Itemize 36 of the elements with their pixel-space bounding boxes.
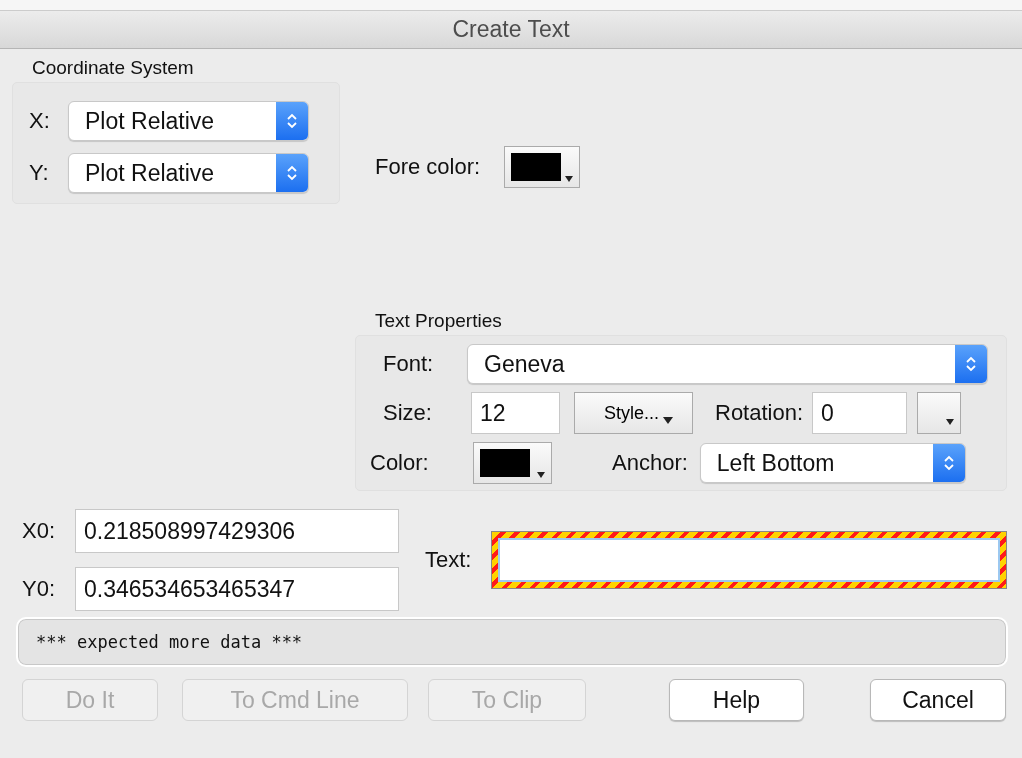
style-button[interactable]: Style...: [574, 392, 693, 434]
dropdown-arrow-icon: [537, 472, 545, 478]
dialog-button[interactable]: Help: [669, 679, 804, 721]
chevron-icon: [965, 354, 977, 374]
chevron-icon: [286, 163, 298, 183]
window-title: Create Text: [452, 16, 570, 43]
popup-menu[interactable]: Geneva: [467, 344, 988, 384]
value-field[interactable]: 0.218508997429306: [75, 509, 399, 553]
popup-menu[interactable]: Plot Relative: [68, 153, 309, 193]
field-label: Fore color:: [375, 154, 481, 180]
field-label: Size:: [382, 400, 433, 426]
field-label: X:: [29, 108, 51, 134]
status-message: *** expected more data ***: [36, 632, 303, 652]
popup-menu[interactable]: Plot Relative: [68, 101, 309, 141]
field-label: Text:: [425, 547, 473, 573]
group-title: Coordinate System: [32, 57, 195, 79]
field-label: Y:: [29, 160, 50, 186]
dropdown-arrow-icon: [565, 176, 574, 182]
value-field[interactable]: 0.346534653465347: [75, 567, 399, 611]
chevron-icon: [286, 111, 298, 131]
rotation-field[interactable]: 0: [812, 392, 908, 434]
field-label: Rotation:: [715, 400, 804, 426]
group-title: Text Properties: [375, 310, 503, 332]
color-well[interactable]: [504, 146, 581, 188]
field-label: Color:: [369, 450, 430, 476]
field-label: Font:: [382, 351, 435, 377]
dropdown-arrow-icon: [663, 417, 673, 424]
text-field[interactable]: [491, 531, 1007, 589]
field-label: Anchor:: [612, 450, 688, 476]
field-label: Y0:: [21, 576, 57, 602]
dialog-button[interactable]: Cancel: [870, 679, 1006, 721]
popup-menu[interactable]: Left Bottom: [699, 443, 966, 483]
color-well[interactable]: [473, 442, 552, 484]
size-field[interactable]: 12: [471, 392, 560, 434]
chevron-icon: [942, 453, 955, 473]
field-label: X0:: [21, 518, 57, 544]
